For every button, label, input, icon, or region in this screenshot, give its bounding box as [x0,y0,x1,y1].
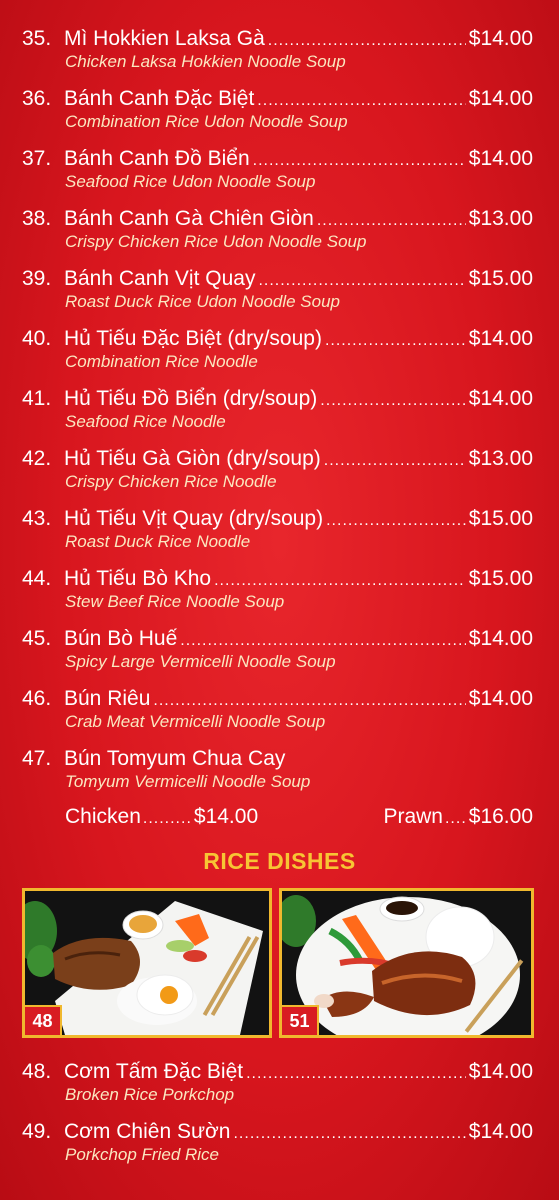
item-number: 46. [22,687,52,710]
item-name: Cơm Tấm Đặc Biệt [64,1060,244,1083]
item-description: Broken Rice Porkchop [65,1085,235,1104]
item-name: Mì Hokkien Laksa Gà [64,27,265,50]
item-name: Bún Riêu [64,687,151,710]
item-price: $14.00 [468,327,533,350]
item-description: Stew Beef Rice Noodle Soup [65,592,285,611]
dot-leader [326,506,466,536]
item-description: Roast Duck Rice Udon Noodle Soup [65,292,340,311]
menu-item-46: 46. Bún Riêu $14.00 Crab Meat Vermicelli N… [0,684,559,744]
variant-label: Prawn [383,805,443,828]
item-name: Hủ Tiếu Vịt Quay (dry/soup) [64,507,324,530]
item-price: $14.00 [468,687,533,710]
dot-leader [324,446,466,476]
menu-item-43: 43. Hủ Tiếu Vịt Quay (dry/soup) $15.00 Roa… [0,504,559,564]
food-photo-roast-duck-rice: 51 [279,888,534,1038]
item-description: Crab Meat Vermicelli Noodle Soup [65,712,326,731]
variant-chicken: Chicken $14.00 [65,802,258,834]
item-number: 39. [22,267,52,290]
menu-item-47: 47. Bún Tomyum Chua Cay Tomyum Vermicelli… [0,744,559,804]
item-description: Seafood Rice Noodle [65,412,226,431]
item-name: Hủ Tiếu Đặc Biệt (dry/soup) [64,327,322,350]
item-price: $13.00 [468,207,533,230]
item-description: Chicken Laksa Hokkien Noodle Soup [65,52,346,71]
item-price: $14.00 [468,87,533,110]
item-description: Porkchop Fried Rice [65,1145,220,1164]
item-name: Bánh Canh Đặc Biệt [64,87,255,110]
item-name: Bún Bò Huế [64,627,178,650]
dot-leader [246,1059,466,1089]
item-price: $15.00 [468,267,533,290]
menu-item-37: 37. Bánh Canh Đồ Biển $14.00 Seafood Rice … [0,144,559,204]
item-number: 41. [22,387,52,410]
menu-item-35: 35. Mì Hokkien Laksa Gà $14.00 Chicken Lak… [0,24,559,84]
menu-item-45: 45. Bún Bò Huế $14.00 Spicy Large Vermicel… [0,624,559,684]
item-47-variants: Chicken $14.00 Prawn $16.00 [65,802,533,832]
item-number: 47. [22,747,52,770]
item-description: Crispy Chicken Rice Udon Noodle Soup [65,232,367,251]
dot-leader [143,804,192,834]
item-price: $14.00 [468,1060,533,1083]
item-price: $14.00 [468,627,533,650]
item-description: Spicy Large Vermicelli Noodle Soup [65,652,336,671]
item-number: 49. [22,1120,52,1143]
item-name: Hủ Tiếu Đồ Biển (dry/soup) [64,387,318,410]
item-number: 36. [22,87,52,110]
item-price: $14.00 [468,1120,533,1143]
item-name: Bún Tomyum Chua Cay [64,747,286,770]
item-name: Cơm Chiên Sườn [64,1120,231,1143]
item-number: 44. [22,567,52,590]
item-name: Hủ Tiếu Gà Giòn (dry/soup) [64,447,321,470]
item-description: Seafood Rice Udon Noodle Soup [65,172,316,191]
item-price: $15.00 [468,567,533,590]
item-number: 43. [22,507,52,530]
menu-item-48: 48. Cơm Tấm Đặc Biệt $14.00 Broken Rice Po… [0,1057,559,1117]
menu-item-41: 41. Hủ Tiếu Đồ Biển (dry/soup) $14.00 Seaf… [0,384,559,444]
item-number: 35. [22,27,52,50]
item-number: 45. [22,627,52,650]
menu-item-42: 42. Hủ Tiếu Gà Giòn (dry/soup) $13.00 Cris… [0,444,559,504]
item-description: Combination Rice Udon Noodle Soup [65,112,348,131]
menu-item-39: 39. Bánh Canh Vịt Quay $15.00 Roast Duck R… [0,264,559,324]
item-description: Tomyum Vermicelli Noodle Soup [65,772,311,791]
menu-item-49: 49. Cơm Chiên Sườn $14.00 Porkchop Fried R… [0,1117,559,1177]
dot-leader [233,1119,465,1149]
plate-illustration [282,891,531,1035]
section-title-rice-dishes: RICE DISHES [203,848,356,874]
food-photo-broken-rice-porkchop: 48 [22,888,272,1038]
variant-price: $16.00 [468,805,533,828]
item-price: $13.00 [468,447,533,470]
item-description: Combination Rice Noodle [65,352,258,371]
item-name: Bánh Canh Đồ Biển [64,147,250,170]
item-price: $14.00 [468,27,533,50]
item-number: 40. [22,327,52,350]
dot-leader [325,326,466,356]
item-number: 38. [22,207,52,230]
item-price: $15.00 [468,507,533,530]
dot-leader [445,804,467,834]
photo-badge: 48 [25,1005,62,1035]
menu-item-36: 36. Bánh Canh Đặc Biệt $14.00 Combination … [0,84,559,144]
item-number: 48. [22,1060,52,1083]
variant-label: Chicken [65,805,141,828]
item-description: Crispy Chicken Rice Noodle [65,472,277,491]
variant-prawn: Prawn $16.00 [383,802,533,834]
item-name: Bánh Canh Vịt Quay [64,267,256,290]
photo-badge: 51 [282,1005,319,1035]
item-price: $14.00 [468,147,533,170]
item-name: Bánh Canh Gà Chiên Giòn [64,207,314,230]
item-description: Roast Duck Rice Noodle [65,532,251,551]
menu-item-38: 38. Bánh Canh Gà Chiên Giòn $13.00 Crispy … [0,204,559,264]
item-number: 37. [22,147,52,170]
item-price: $14.00 [468,387,533,410]
menu-item-44: 44. Hủ Tiếu Bò Kho $15.00 Stew Beef Rice N… [0,564,559,624]
menu-item-40: 40. Hủ Tiếu Đặc Biệt (dry/soup) $14.00 Com… [0,324,559,384]
item-name: Hủ Tiếu Bò Kho [64,567,212,590]
item-number: 42. [22,447,52,470]
variant-price: $14.00 [193,805,259,828]
dot-leader [320,386,465,416]
